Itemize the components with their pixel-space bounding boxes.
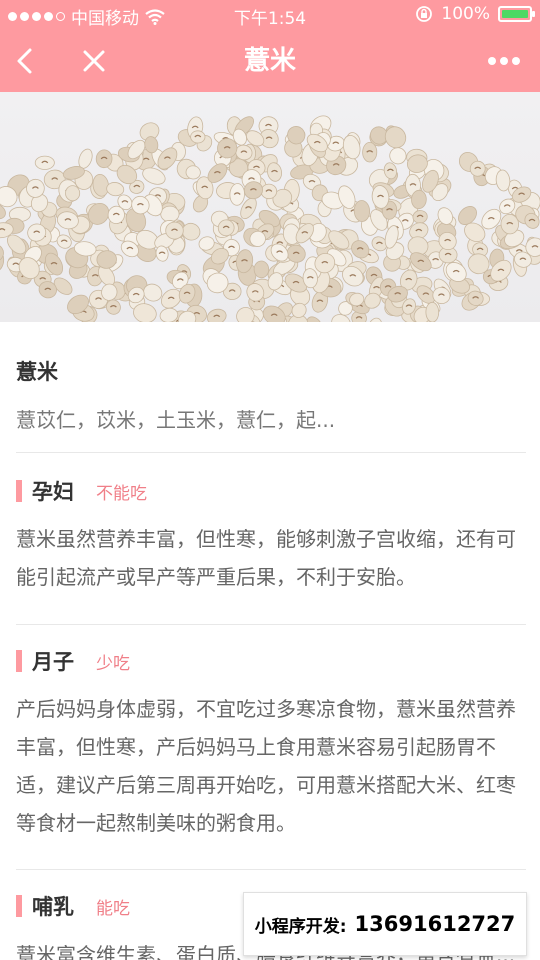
seed: [366, 317, 383, 322]
food-aliases: 薏苡仁，苡米，土玉米，薏仁，起...: [16, 408, 336, 432]
more-dots-icon: [488, 57, 520, 65]
seed: [34, 155, 55, 170]
section-accent-bar: [16, 650, 22, 672]
section-label: 月子: [32, 650, 74, 674]
nav-bar: 薏米: [0, 30, 540, 92]
food-image: [0, 92, 540, 322]
promo-phone: 13691612727: [354, 912, 516, 936]
status-right: 100%: [415, 4, 535, 24]
section-accent-bar: [16, 895, 22, 917]
seed: [206, 308, 227, 322]
food-name: 薏米: [16, 360, 58, 384]
divider: [16, 452, 526, 453]
section-verdict: 能吃: [96, 898, 130, 919]
section-label: 孕妇: [32, 480, 74, 504]
coix-seed-pile-image: [0, 115, 540, 322]
seed: [190, 130, 206, 144]
header: 中国移动 下午1:54 100% 薏米: [0, 0, 540, 92]
seed: [362, 142, 378, 163]
seed: [95, 149, 113, 169]
section-label: 哺乳: [32, 895, 74, 919]
section-pregnancy-header: 孕妇 不能吃: [16, 476, 147, 506]
battery-icon: [498, 6, 535, 22]
status-bar: 中国移动 下午1:54 100%: [0, 0, 540, 30]
divider: [16, 624, 526, 625]
battery-fill: [502, 10, 528, 18]
seed: [425, 301, 440, 322]
section-postpartum-header: 月子 少吃: [16, 646, 130, 676]
section-accent-bar: [16, 480, 22, 502]
seed: [160, 205, 180, 223]
section-verdict: 少吃: [96, 653, 130, 674]
section-postpartum-text: 产后妈妈身体虚弱，不宜吃过多寒凉食物，薏米虽然营养丰富，但性寒，产后妈妈马上食用…: [16, 697, 516, 835]
promo-label: 小程序开发:: [254, 916, 347, 937]
page-title: 薏米: [243, 46, 296, 76]
developer-contact-banner[interactable]: 小程序开发: 13691612727: [243, 892, 527, 956]
divider: [16, 869, 526, 870]
seed: [253, 260, 270, 279]
orientation-lock-icon: [416, 6, 433, 22]
battery-percent: 100%: [441, 4, 490, 24]
section-breastfeeding-header: 哺乳 能吃: [16, 891, 130, 921]
more-button[interactable]: [484, 30, 524, 92]
section-verdict: 不能吃: [96, 483, 147, 504]
section-pregnancy-text: 薏米虽然营养丰富，但性寒，能够刺激子宫收缩，还有可能引起流产或早产等严重后果，不…: [16, 527, 516, 589]
seed: [384, 126, 407, 149]
seed: [260, 183, 278, 200]
seed: [65, 185, 81, 202]
